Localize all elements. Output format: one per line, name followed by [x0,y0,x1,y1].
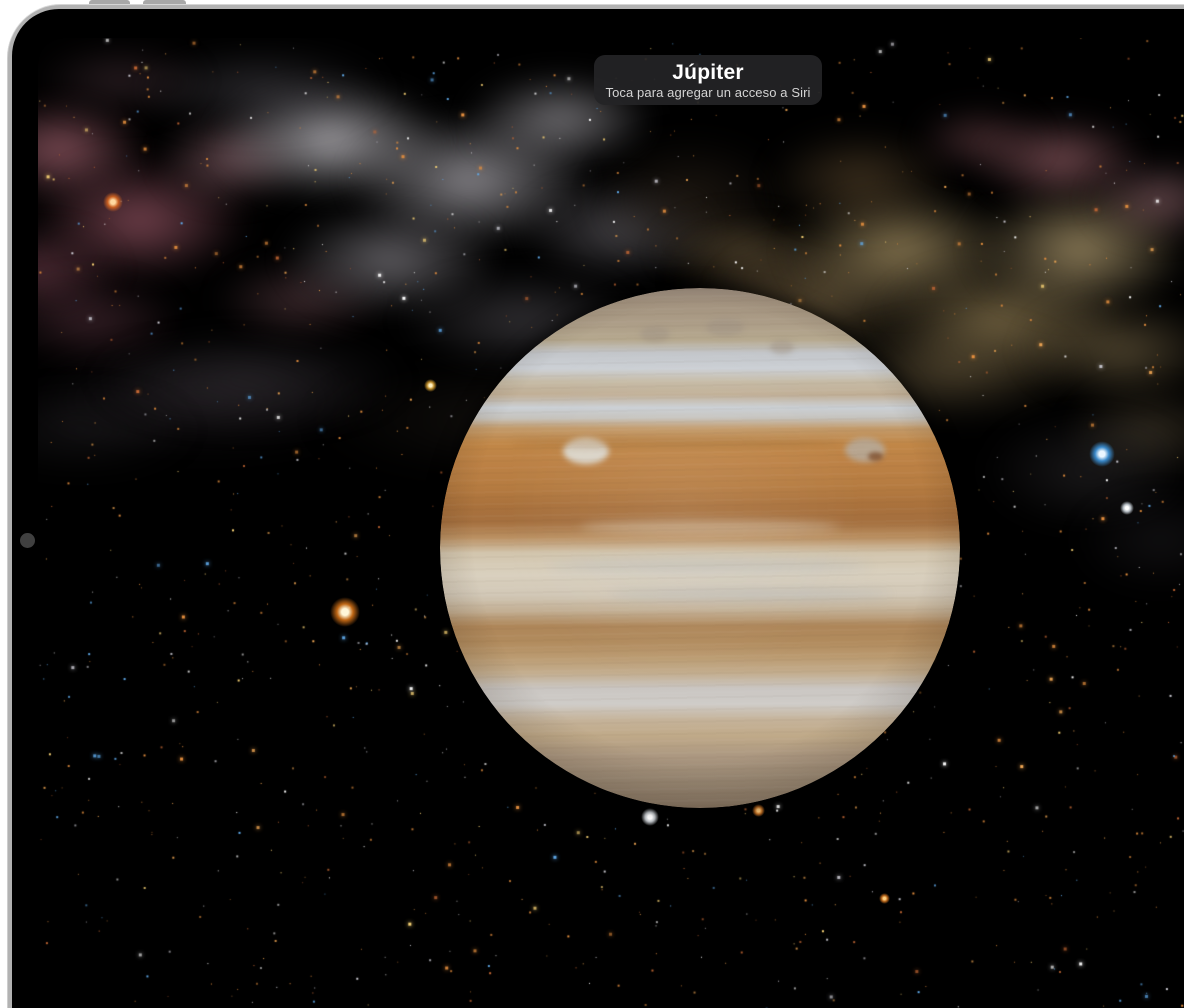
siri-suggestion-banner[interactable]: Júpiter Toca para agregar un acceso a Si… [594,55,822,105]
siri-banner-title: Júpiter [594,60,822,85]
planet-shading [440,288,960,808]
page-background: Júpiter Toca para agregar un acceso a Si… [0,0,1184,1008]
siri-banner-subtitle: Toca para agregar un acceso a Siri [594,85,822,101]
planet-jupiter[interactable] [440,288,960,808]
ipad-screen: Júpiter Toca para agregar un acceso a Si… [38,38,1184,1008]
front-camera-icon [20,533,35,548]
device-bezel: Júpiter Toca para agregar un acceso a Si… [12,9,1184,1008]
device-frame: Júpiter Toca para agregar un acceso a Si… [7,4,1184,1008]
